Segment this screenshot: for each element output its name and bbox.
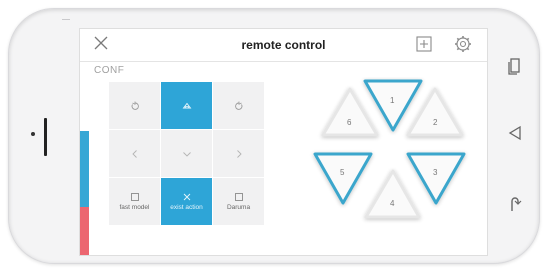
back-nav-icon[interactable] xyxy=(508,125,522,141)
triangle-3[interactable]: 3 xyxy=(406,152,466,205)
square-icon xyxy=(130,193,139,201)
chevron-right-icon xyxy=(236,149,242,158)
rotate-left-button[interactable] xyxy=(109,82,160,129)
daruma-button[interactable]: Daruma xyxy=(213,178,264,225)
add-button-icon[interactable] xyxy=(416,36,432,52)
triangle-6[interactable]: 6 xyxy=(321,87,379,137)
triangle-6-label: 6 xyxy=(347,118,352,127)
section-label: CONF xyxy=(94,65,125,76)
x-icon xyxy=(183,193,190,201)
square-icon xyxy=(234,193,243,201)
fast-model-label: fast model xyxy=(119,204,150,211)
app-screen: remote control CONF fast model exist act… xyxy=(79,28,488,256)
rotate-left-icon xyxy=(131,101,139,110)
triangle-5-label: 5 xyxy=(340,168,345,177)
rotate-right-icon xyxy=(234,101,242,110)
triangle-5[interactable]: 5 xyxy=(313,152,373,205)
triangle-2-label: 2 xyxy=(433,118,438,127)
triangle-3-label: 3 xyxy=(433,168,438,177)
down-button[interactable] xyxy=(161,130,212,177)
daruma-label: Daruma xyxy=(226,204,251,211)
triangle-4-label: 4 xyxy=(390,199,395,208)
camera-dot xyxy=(31,132,35,136)
left-button[interactable] xyxy=(109,130,160,177)
exist-action-label: exist action xyxy=(170,204,203,211)
home-indicator[interactable] xyxy=(44,118,47,156)
gear-icon[interactable] xyxy=(454,35,472,53)
chevron-down-icon xyxy=(182,151,191,157)
triangle-1[interactable]: 1 xyxy=(363,79,423,132)
recent-apps-icon[interactable] xyxy=(508,58,522,76)
exist-action-button[interactable]: exist action xyxy=(161,178,212,225)
speaker-slot xyxy=(62,19,70,20)
top-bar: remote control xyxy=(80,29,487,62)
triangle-4[interactable]: 4 xyxy=(364,169,421,219)
up-icon xyxy=(182,102,191,108)
triangle-selector: 6 1 2 5 4 3 xyxy=(313,79,466,219)
triangle-1-label: 1 xyxy=(390,96,395,105)
chevron-left-icon xyxy=(131,149,137,158)
right-button[interactable] xyxy=(213,130,264,177)
fast-model-button[interactable]: fast model xyxy=(109,178,160,225)
return-icon[interactable] xyxy=(508,195,522,213)
side-tab-red[interactable] xyxy=(80,207,89,255)
rotate-right-button[interactable] xyxy=(213,82,264,129)
side-tab-blue[interactable] xyxy=(80,131,89,207)
control-grid: fast model exist action Daruma xyxy=(109,82,264,225)
triangle-2[interactable]: 2 xyxy=(406,87,464,137)
up-button[interactable] xyxy=(161,82,212,129)
